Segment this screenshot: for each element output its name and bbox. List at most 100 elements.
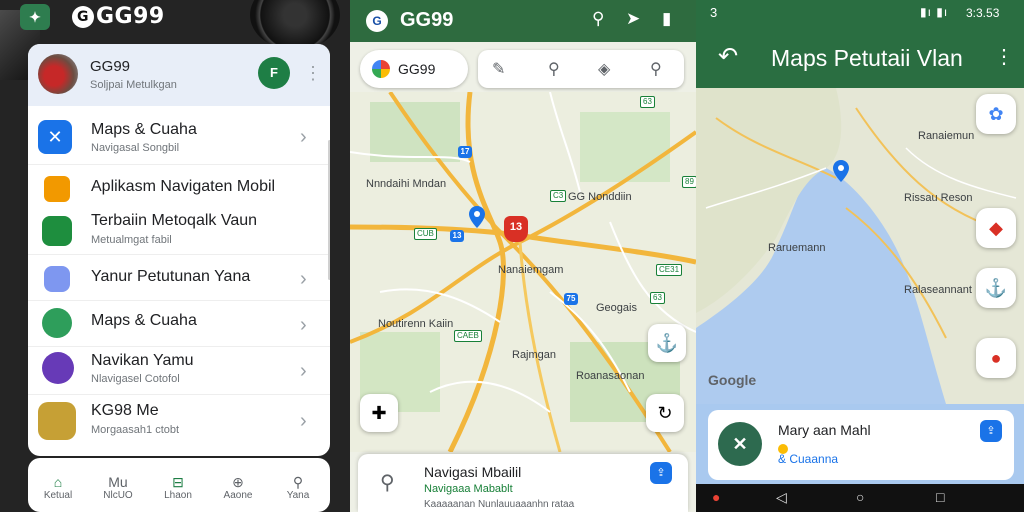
route-shield: CE31 bbox=[656, 264, 683, 276]
search-icon[interactable]: ⚲ bbox=[548, 59, 560, 79]
destination-pin-icon[interactable]: 13 bbox=[504, 216, 528, 242]
location-pin-icon[interactable] bbox=[468, 206, 486, 228]
map-place-label: GG Nonddiin bbox=[568, 191, 632, 203]
more-options-icon[interactable]: ⋮ bbox=[304, 60, 322, 86]
divider bbox=[28, 300, 330, 301]
more-options-icon[interactable]: ⋮ bbox=[994, 44, 1014, 69]
chevron-right-icon: › bbox=[300, 360, 307, 382]
chevron-right-icon: › bbox=[300, 126, 307, 148]
app-title: Maps Petutaii Vlan bbox=[771, 45, 963, 71]
vehicle-app-icon bbox=[38, 402, 76, 440]
nav-item-list[interactable]: ⊟ Lhaon bbox=[148, 474, 208, 501]
divider bbox=[28, 164, 330, 165]
share-icon[interactable]: ⇪ bbox=[980, 420, 1002, 442]
bottom-nav-card: ⌂ Ketual Mu NlcUO ⊟ Lhaon ⊕ Aaone ⚲ Yana bbox=[28, 458, 330, 512]
notification-icon[interactable]: ▮ bbox=[662, 9, 671, 29]
person-icon: ⚲ bbox=[292, 474, 304, 490]
avatar bbox=[38, 54, 78, 94]
menu-item-subtitle: Nlavigasel Cotofol bbox=[91, 373, 180, 385]
map-place-label: Raruemann bbox=[768, 242, 826, 254]
directions-icon: ◆ bbox=[989, 218, 1003, 238]
route-shield: 63 bbox=[650, 292, 665, 304]
search-text: GG99 bbox=[398, 61, 436, 77]
chevron-right-icon: › bbox=[300, 268, 307, 290]
search-icon[interactable]: ⚲ bbox=[650, 59, 662, 79]
route-app-icon bbox=[42, 216, 72, 246]
menu-item[interactable]: KG98 Me Morgaasah1 ctobt › bbox=[28, 398, 330, 442]
screenshot-collage: ✦ G GG99 GG99 Soljpai Metulkgan F ⋮ ✕ Map… bbox=[0, 0, 1024, 512]
status-time: 3:3.53 bbox=[966, 6, 1000, 20]
place-card[interactable]: ✕ Mary aan Mahl & Cuaanna ⇪ bbox=[708, 410, 1014, 480]
nav-label: Yana bbox=[286, 490, 310, 501]
app-shortcut-icon[interactable]: ✦ bbox=[20, 4, 50, 30]
map-view[interactable] bbox=[696, 88, 1024, 404]
map-place-label: Noutirenn Kaiin bbox=[378, 318, 454, 330]
navigate-button[interactable]: ● bbox=[976, 338, 1016, 378]
google-maps-icon bbox=[372, 60, 390, 78]
assistant-icon: ✿ bbox=[988, 104, 1004, 124]
nav-item-home[interactable]: ⌂ Ketual bbox=[28, 474, 88, 501]
menu-item-subtitle: Metualmgat fabil bbox=[91, 234, 172, 246]
back-icon[interactable]: ◁ bbox=[776, 489, 787, 506]
recenter-button[interactable]: ⚓ bbox=[648, 324, 686, 362]
compass-icon[interactable]: ◈ bbox=[598, 59, 610, 79]
menu-item[interactable]: Yanur Petutunan Yana › bbox=[28, 256, 330, 300]
place-detail: Kaaaaanan Nunlauuaaanhn rataa bbox=[424, 499, 575, 510]
directions-button[interactable]: ↻ bbox=[646, 394, 684, 432]
edit-icon[interactable]: ✎ bbox=[492, 59, 505, 79]
map-place-label: Rajmgan bbox=[512, 349, 557, 361]
nav-label: NlcUO bbox=[103, 490, 133, 501]
app-bar: G GG99 ⚲ ➤ ▮ bbox=[350, 0, 696, 42]
menu-icon: Mu bbox=[108, 474, 128, 490]
recents-icon[interactable]: □ bbox=[936, 489, 944, 505]
google-assistant-button[interactable]: ✿ bbox=[976, 94, 1016, 134]
place-card[interactable]: ⚲ Navigasi Mbailil Navigaaa Mabablt Kaaa… bbox=[358, 454, 688, 512]
map-place-label: Nnndaihi Mndan bbox=[366, 178, 447, 190]
search-pill[interactable]: GG99 bbox=[360, 50, 468, 88]
map-place-label: Geogais bbox=[596, 302, 637, 314]
home-icon[interactable]: ○ bbox=[856, 489, 864, 505]
location-pin-icon[interactable] bbox=[832, 160, 850, 182]
action-fab-button[interactable]: F bbox=[258, 57, 290, 89]
account-header[interactable]: GG99 Soljpai Metulkgan F ⋮ bbox=[28, 44, 330, 106]
route-shield: 63 bbox=[640, 96, 655, 108]
menu-item[interactable]: Navikan Yamu Nlavigasel Cotofol › bbox=[28, 348, 330, 392]
bottom-nav: ⌂ Ketual Mu NlcUO ⊟ Lhaon ⊕ Aaone ⚲ Yana bbox=[28, 458, 330, 512]
menu-item[interactable]: Maps & Cuaha › bbox=[28, 302, 330, 346]
divider bbox=[28, 394, 330, 395]
share-icon[interactable]: ⇪ bbox=[650, 462, 672, 484]
navigate-icon: ● bbox=[990, 348, 1002, 368]
menu-item[interactable]: Terbaiin Metoqalk Vaun Metualmgat fabil bbox=[28, 208, 330, 252]
google-logo: Google bbox=[708, 372, 757, 388]
directions-button[interactable]: ◆ bbox=[976, 208, 1016, 248]
menu-item-subtitle: Navigasal Songbil bbox=[91, 142, 180, 154]
menu-card: GG99 Soljpai Metulkgan F ⋮ ✕ Maps & Cuah… bbox=[28, 44, 330, 456]
place-subtitle: Navigaaa Mabablt bbox=[424, 483, 513, 495]
compass-app-icon bbox=[42, 352, 74, 384]
nav-item-account[interactable]: ⚲ Yana bbox=[268, 474, 328, 501]
route-shield: 13 bbox=[450, 230, 464, 242]
place-title: Navigasi Mbailil bbox=[424, 464, 522, 480]
maps-logo-icon: G bbox=[366, 10, 388, 32]
navigate-icon[interactable]: ➤ bbox=[626, 9, 640, 29]
account-title: GG99 bbox=[90, 58, 131, 75]
add-icon: ⊕ bbox=[232, 474, 244, 490]
layers-button[interactable]: ✚ bbox=[360, 394, 398, 432]
divider bbox=[28, 346, 330, 347]
maps-app-icon: ✕ bbox=[38, 120, 72, 154]
app-icon[interactable]: ● bbox=[712, 489, 720, 505]
nav-item-add[interactable]: ⊕ Aaone bbox=[208, 474, 268, 501]
menu-item[interactable]: ✕ Maps & Cuaha Navigasal Songbil › bbox=[28, 114, 330, 158]
back-icon[interactable]: ↶ bbox=[718, 42, 738, 71]
search-icon[interactable]: ⚲ bbox=[592, 9, 604, 29]
nav-item-menu[interactable]: Mu NlcUO bbox=[88, 474, 148, 501]
recenter-button[interactable]: ⚓ bbox=[976, 268, 1016, 308]
nav-label: Lhaon bbox=[164, 490, 192, 501]
menu-item-subtitle: Morgaasah1 ctobt bbox=[91, 424, 180, 436]
map-place-label: Ralaseannant bbox=[904, 284, 972, 296]
map-place-label: Ranaiemun bbox=[918, 130, 975, 142]
search-icon: ⚲ bbox=[380, 472, 395, 494]
menu-item[interactable]: Aplikasm Navigaten Mobil bbox=[28, 166, 330, 210]
scrollbar[interactable] bbox=[328, 140, 330, 280]
signal-icon: ▮ı ▮ı bbox=[920, 5, 949, 19]
